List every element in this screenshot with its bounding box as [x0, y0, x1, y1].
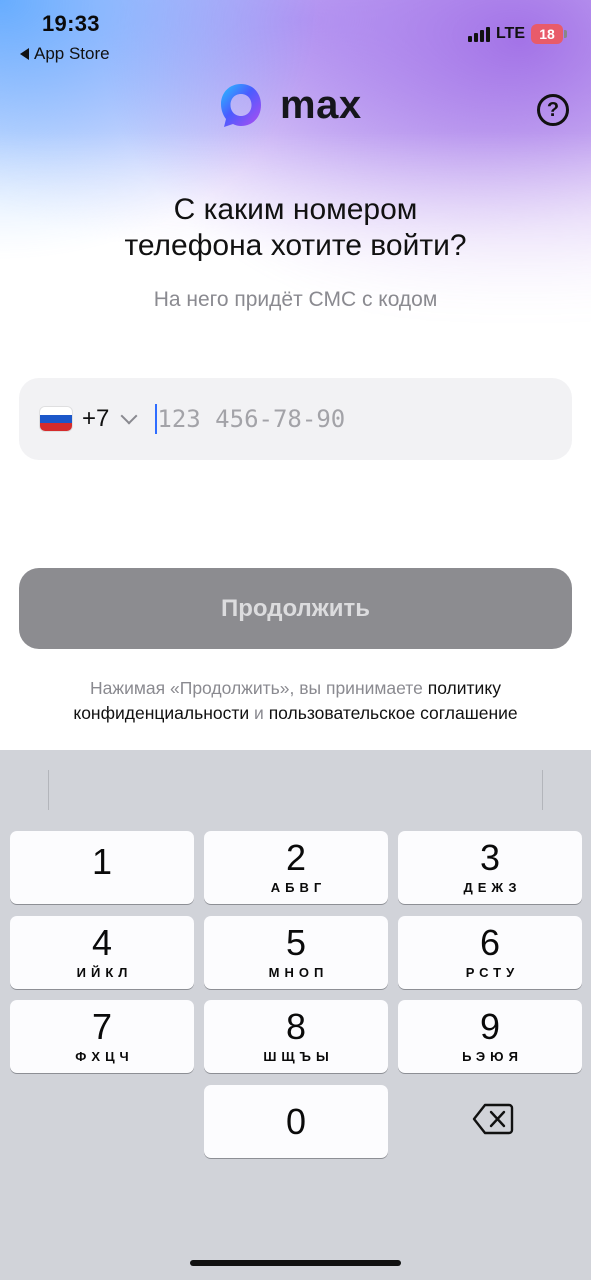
key-digit: 9 [479, 1006, 501, 1047]
key-letters: РСТУ [465, 965, 520, 980]
logo-text: max [280, 83, 362, 127]
key-9[interactable]: 9 ЬЭЮЯ [398, 1000, 582, 1073]
key-digit: 2 [285, 837, 307, 878]
key-letters: АБВГ [270, 880, 327, 895]
country-code: +7 [82, 405, 110, 432]
page-subtitle: На него придёт СМС с кодом [153, 288, 438, 311]
terms-conjunction: и [249, 703, 269, 723]
key-5[interactable]: 5 МНОП [204, 916, 388, 989]
page-title: С каким номером телефона хотите войти? [0, 192, 591, 264]
status-indicators: LTE 18 [467, 24, 567, 44]
keyboard-bar-divider [48, 770, 49, 810]
back-to-app-store[interactable]: App Store [20, 44, 110, 64]
network-type: LTE [495, 25, 525, 42]
key-letters: ЬЭЮЯ [462, 1049, 523, 1064]
key-digit: 6 [479, 922, 501, 963]
battery-icon: 18 [531, 24, 567, 44]
key-digit: 7 [91, 1006, 113, 1047]
keyboard-bar-divider [542, 770, 543, 810]
back-arrow-icon [20, 48, 29, 60]
key-3[interactable]: 3 ДЕЖЗ [398, 831, 582, 904]
key-digit: 0 [285, 1100, 307, 1142]
user-agreement-link[interactable]: пользовательское соглашение [269, 703, 518, 723]
phone-field[interactable]: +7 [19, 378, 572, 460]
key-digit: 1 [91, 840, 113, 882]
key-letters: ШЩЪЫ [263, 1049, 334, 1064]
max-logo-icon [221, 84, 261, 127]
signal-icon [467, 26, 490, 42]
key-0[interactable]: 0 [204, 1085, 388, 1158]
privacy-policy-link-part2[interactable]: конфиденциальности [73, 703, 249, 723]
key-letters: ДЕЖЗ [463, 880, 522, 895]
russia-flag-icon [40, 407, 72, 431]
home-indicator[interactable] [190, 1260, 401, 1266]
key-2[interactable]: 2 АБВГ [204, 831, 388, 904]
key-8[interactable]: 8 ШЩЪЫ [204, 1000, 388, 1073]
key-letters: ФХЦЧ [75, 1049, 134, 1064]
key-letters: МНОП [268, 965, 329, 980]
battery-level: 18 [531, 24, 563, 44]
key-digit: 8 [285, 1006, 307, 1047]
title-line-1: С каким номером [173, 193, 418, 226]
key-digit: 3 [479, 837, 501, 878]
key-digit: 4 [91, 922, 113, 963]
phone-number-input[interactable] [157, 405, 458, 433]
title-line-2: телефона хотите войти? [124, 229, 467, 262]
key-letters: ИЙКЛ [76, 965, 133, 980]
continue-button[interactable]: Продолжить [19, 568, 572, 649]
country-code-picker[interactable]: +7 [40, 405, 138, 433]
key-6[interactable]: 6 РСТУ [398, 916, 582, 989]
max-logo: max [216, 80, 362, 130]
status-time: 19:33 [42, 11, 100, 36]
back-label: App Store [34, 44, 110, 63]
chevron-down-icon [120, 407, 138, 425]
key-7[interactable]: 7 ФХЦЧ [10, 1000, 194, 1073]
terms-prefix: Нажимая «Продолжить», вы принимаете [90, 678, 428, 698]
key-1[interactable]: 1 [10, 831, 194, 904]
terms-text: Нажимая «Продолжить», вы принимаете поли… [0, 676, 591, 726]
key-digit: 5 [285, 922, 307, 963]
key-4[interactable]: 4 ИЙКЛ [10, 916, 194, 989]
help-question-icon[interactable]: ? [537, 94, 569, 126]
privacy-policy-link-part1[interactable]: политику [428, 678, 501, 698]
backspace-icon[interactable] [472, 1101, 514, 1137]
